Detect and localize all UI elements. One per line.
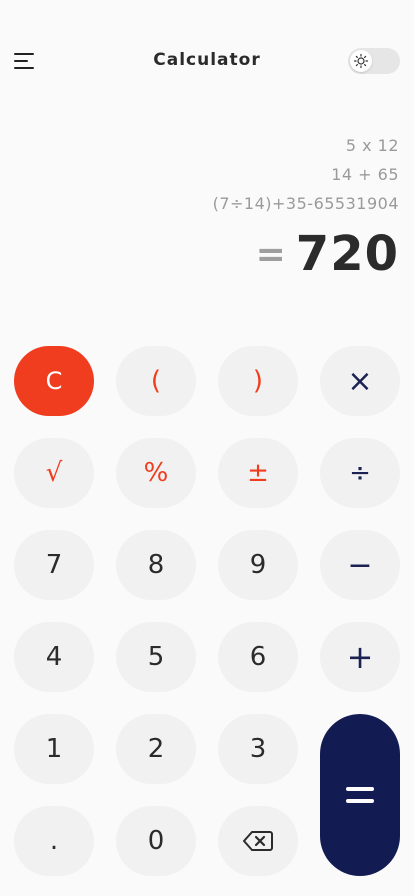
history-entry: (7÷14)+35-65531904 xyxy=(212,194,399,213)
toggle-knob xyxy=(350,50,372,72)
digit-6-button[interactable]: 6 xyxy=(218,622,298,692)
divide-button[interactable]: ÷ xyxy=(320,438,400,508)
equals-icon xyxy=(346,787,374,803)
result-value: 720 xyxy=(295,226,399,282)
digit-0-button[interactable]: 0 xyxy=(116,806,196,876)
backspace-icon xyxy=(243,831,273,851)
equals-button[interactable] xyxy=(320,714,400,876)
result-display: = 720 xyxy=(256,222,399,286)
history-entry: 5 x 12 xyxy=(345,136,399,155)
history-entry: 14 + 65 xyxy=(331,165,399,184)
sun-icon xyxy=(353,53,369,69)
digit-2-button[interactable]: 2 xyxy=(116,714,196,784)
digit-3-button[interactable]: 3 xyxy=(218,714,298,784)
digit-7-button[interactable]: 7 xyxy=(14,530,94,600)
theme-toggle[interactable] xyxy=(348,48,400,74)
digit-5-button[interactable]: 5 xyxy=(116,622,196,692)
plus-minus-button[interactable]: ± xyxy=(218,438,298,508)
result-equals-sign: = xyxy=(255,233,286,275)
digit-1-button[interactable]: 1 xyxy=(14,714,94,784)
open-paren-button[interactable]: ( xyxy=(116,346,196,416)
plus-button[interactable]: + xyxy=(320,622,400,692)
sqrt-button[interactable]: √ xyxy=(14,438,94,508)
digit-4-button[interactable]: 4 xyxy=(14,622,94,692)
digit-9-button[interactable]: 9 xyxy=(218,530,298,600)
clear-button[interactable]: C xyxy=(14,346,94,416)
multiply-button[interactable]: × xyxy=(320,346,400,416)
minus-button[interactable]: − xyxy=(320,530,400,600)
history-list: 5 x 12 14 + 65 (7÷14)+35-65531904 xyxy=(213,136,399,223)
close-paren-button[interactable]: ) xyxy=(218,346,298,416)
top-bar: Calculator xyxy=(0,40,414,84)
digit-8-button[interactable]: 8 xyxy=(116,530,196,600)
percent-button[interactable]: % xyxy=(116,438,196,508)
decimal-button[interactable]: . xyxy=(14,806,94,876)
backspace-button[interactable] xyxy=(218,806,298,876)
